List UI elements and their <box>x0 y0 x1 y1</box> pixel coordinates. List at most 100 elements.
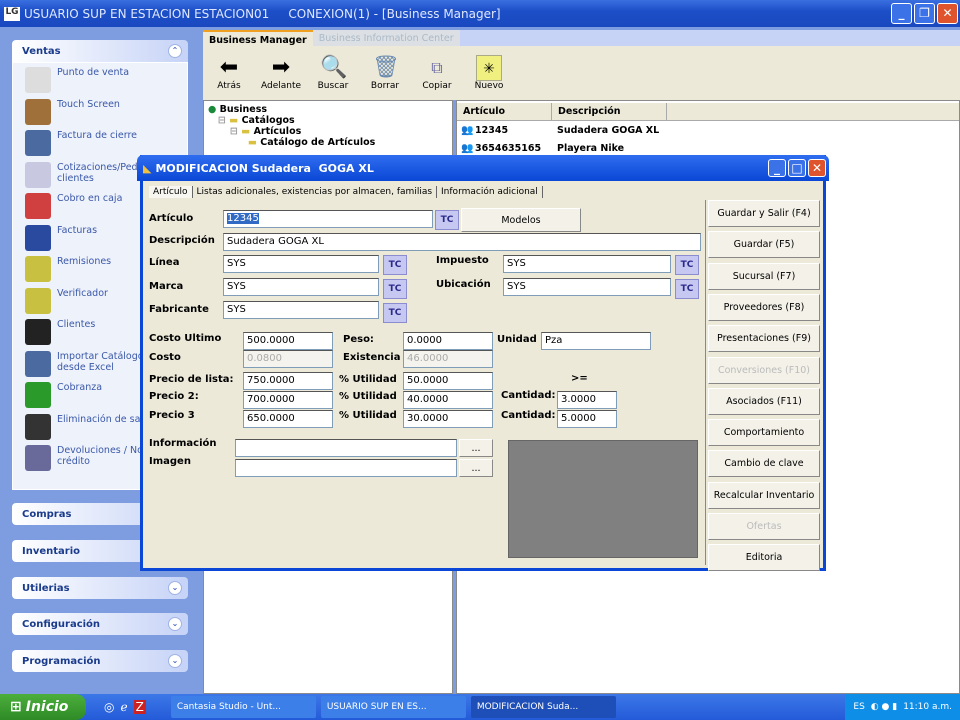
tree-node-catalogos[interactable]: ⊟ ▬ Catálogos <box>208 115 448 126</box>
delete-button[interactable]: 🗑 Borrar <box>365 55 405 91</box>
windows-logo-icon: ⊞ <box>10 699 22 715</box>
sidebar-item[interactable]: Touch Screen <box>13 98 187 131</box>
ubicacion-input[interactable]: SYS <box>503 278 671 296</box>
articulo-input[interactable]: 12345 <box>223 210 433 228</box>
impuesto-lookup-button[interactable]: TC <box>675 255 699 275</box>
column-header-articulo[interactable]: Artículo <box>457 103 552 120</box>
expand-icon[interactable]: ⌄ <box>168 617 182 631</box>
sidebar-group-header[interactable]: Utilerias ⌄ <box>12 577 188 599</box>
dialog-button-proveedores-f8[interactable]: Proveedores (F8) <box>708 293 820 321</box>
sidebar-item-icon <box>25 98 51 125</box>
forward-button[interactable]: ➡ Adelante <box>261 55 301 91</box>
new-icon: ✳ <box>476 55 502 81</box>
language-indicator[interactable]: ES <box>853 702 864 712</box>
dialog-tab-listas[interactable]: Listas adicionales, existencias por alma… <box>193 186 438 198</box>
ventas-group-header[interactable]: Ventas ⌃ <box>12 40 188 62</box>
quicklaunch-icon[interactable]: ◎ <box>104 700 114 714</box>
dialog-button-guardar-f5[interactable]: Guardar (F5) <box>708 231 820 259</box>
dialog-minimize-button[interactable]: _ <box>768 159 786 177</box>
tree-node-articulos[interactable]: ⊟ ▬ Artículos <box>208 126 448 137</box>
dialog-maximize-button[interactable]: □ <box>788 159 806 177</box>
ubicacion-lookup-button[interactable]: TC <box>675 279 699 299</box>
descripcion-input[interactable]: Sudadera GOGA XL <box>223 233 701 251</box>
impuesto-input[interactable]: SYS <box>503 255 671 273</box>
dialog-tab-articulo[interactable]: Artículo <box>149 186 193 198</box>
taskbar-item-usuario[interactable]: USUARIO SUP EN ES... <box>320 696 466 718</box>
peso-label: Peso: <box>343 334 374 345</box>
precio_lista-input[interactable]: 750.0000 <box>243 372 333 390</box>
costo_ultimo-label: Costo Ultimo <box>149 333 222 344</box>
tray-icons[interactable]: ◐ ● ▮ <box>871 702 897 712</box>
dialog-button-cambio-de-clave[interactable]: Cambio de clave <box>708 450 820 478</box>
ie-icon[interactable]: ℯ <box>120 700 127 714</box>
costo_ultimo-input[interactable]: 500.0000 <box>243 332 333 350</box>
column-header-descripcion[interactable]: Descripción <box>552 103 667 120</box>
utilidad3-input[interactable]: 30.0000 <box>403 410 493 428</box>
sidebar-item[interactable]: Punto de venta <box>13 67 187 99</box>
dialog-button-editoria[interactable]: Editoria <box>708 544 820 572</box>
group-label: Compras <box>22 508 72 520</box>
dialog-button-guardar-y-salir-f4[interactable]: Guardar y Salir (F4) <box>708 200 820 227</box>
marca-input[interactable]: SYS <box>223 278 379 296</box>
cantidad3-label: Cantidad: <box>501 410 556 421</box>
modelos-button[interactable]: Modelos <box>461 208 581 232</box>
dialog-button-recalcular-inventario[interactable]: Recalcular Inventario <box>708 481 820 509</box>
minimize-button[interactable]: _ <box>891 3 912 24</box>
unidad-input[interactable]: Pza <box>541 332 651 350</box>
fabricante-input[interactable]: SYS <box>223 301 379 319</box>
informacion-browse-button[interactable]: ... <box>459 439 493 457</box>
search-button[interactable]: 🔍 Buscar <box>313 55 353 91</box>
marca-lookup-button[interactable]: TC <box>383 279 407 299</box>
dialog-button-asociados-f11[interactable]: Asociados (F11) <box>708 387 820 415</box>
search-icon: 🔍 <box>320 55 348 80</box>
trash-icon: 🗑 <box>372 55 400 80</box>
taskbar-item-modificacion[interactable]: MODIFICACION Suda... <box>470 696 616 718</box>
tree-node-catalogo-articulos[interactable]: ▬ Catálogo de Artículos <box>208 137 448 148</box>
cantidad3-input[interactable]: 5.0000 <box>557 410 617 428</box>
dialog-close-button[interactable]: ✕ <box>808 159 826 177</box>
tab-business-information-center[interactable]: Business Information Center <box>312 30 460 46</box>
expand-icon[interactable]: ⌄ <box>168 581 182 595</box>
sidebar-item-label: Cobranza <box>57 382 103 393</box>
utilidad1-input[interactable]: 50.0000 <box>403 372 493 390</box>
articulo-lookup-button[interactable]: TC <box>435 210 459 230</box>
sidebar-item-icon <box>25 224 51 251</box>
tab-business-manager[interactable]: Business Manager <box>203 30 313 46</box>
fabricante-lookup-button[interactable]: TC <box>383 303 407 323</box>
collapse-icon[interactable]: ⌃ <box>168 44 182 58</box>
dialog-button-sucursal-f7[interactable]: Sucursal (F7) <box>708 262 820 290</box>
expand-icon[interactable]: ⌄ <box>168 654 182 668</box>
list-row[interactable]: 👥 12345 Sudadera GOGA XL <box>457 121 959 139</box>
cantidad2-input[interactable]: 3.0000 <box>557 391 617 409</box>
filezilla-icon[interactable]: Z <box>133 700 146 714</box>
imagen-input[interactable] <box>235 459 457 477</box>
precio3-input[interactable]: 650.0000 <box>243 410 333 428</box>
informacion-label: Información <box>149 438 217 449</box>
utilidad2-input[interactable]: 40.0000 <box>403 391 493 409</box>
precio2-input[interactable]: 700.0000 <box>243 391 333 409</box>
dialog-button-comportamiento[interactable]: Comportamiento <box>708 419 820 447</box>
close-button[interactable]: ✕ <box>937 3 958 24</box>
copy-button[interactable]: ⧉ Copiar <box>417 55 457 91</box>
start-button[interactable]: ⊞ Inicio <box>0 694 86 720</box>
sidebar-group-header[interactable]: Programación ⌄ <box>12 650 188 672</box>
taskbar-item-camtasia[interactable]: Cantasia Studio - Unt... <box>170 696 316 718</box>
back-button[interactable]: ⬅ Atrás <box>209 55 249 91</box>
tree-node-business[interactable]: ● Business <box>208 104 448 115</box>
restore-button[interactable]: ❐ <box>914 3 935 24</box>
sidebar-group-header[interactable]: Configuración ⌄ <box>12 613 188 635</box>
existencia-input: 46.0000 <box>403 350 493 368</box>
cell-descripcion: Sudadera GOGA XL <box>557 124 660 136</box>
articulo-label: Artículo <box>149 213 194 224</box>
linea-lookup-button[interactable]: TC <box>383 255 407 275</box>
linea-input[interactable]: SYS <box>223 255 379 273</box>
cell-articulo: 3654635165 <box>475 142 542 154</box>
new-button[interactable]: ✳ Nuevo <box>469 55 509 91</box>
clock: 11:10 a.m. <box>903 702 952 712</box>
informacion-input[interactable] <box>235 439 457 457</box>
dialog-button-presentaciones-f9[interactable]: Presentaciones (F9) <box>708 325 820 353</box>
costo-input: 0.0800 <box>243 350 333 368</box>
peso-input[interactable]: 0.0000 <box>403 332 493 350</box>
imagen-browse-button[interactable]: ... <box>459 459 493 477</box>
dialog-tab-informacion[interactable]: Información adicional <box>437 186 543 198</box>
